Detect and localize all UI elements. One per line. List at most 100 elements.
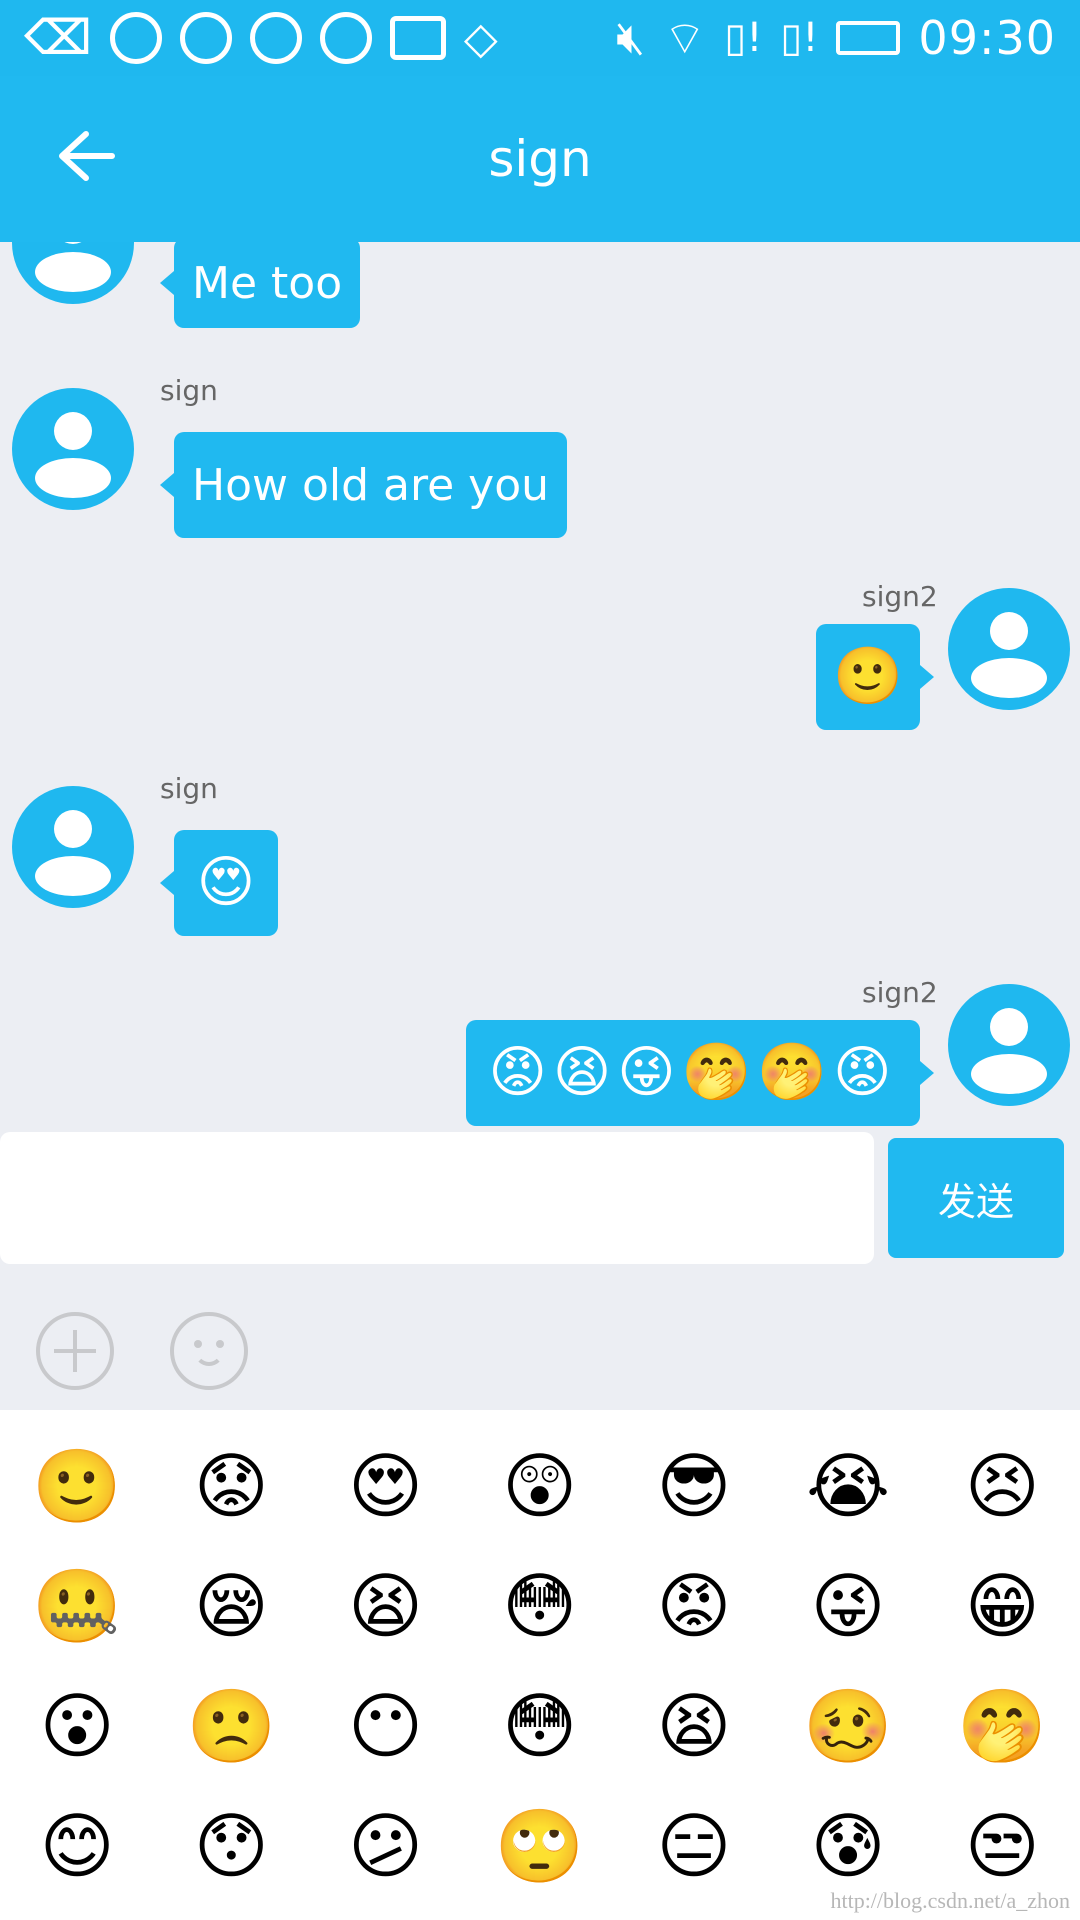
emoji: 🤭 [957,1684,1048,1768]
emoji-cell[interactable]: 😳 [463,1546,617,1666]
sim-icon: ▯! [724,15,763,61]
emoji-cell[interactable]: 🙁 [154,1666,308,1786]
send-button[interactable]: 发送 [888,1138,1064,1258]
notification-icon [179,12,232,64]
emoji-cell[interactable]: 😊 [0,1786,154,1906]
back-icon: ⌫ [24,10,92,66]
message-bubble[interactable]: Me too [159,242,361,328]
emoji-cell[interactable]: 😎 [617,1426,771,1546]
emoji-cell[interactable]: 😡 [617,1546,771,1666]
status-icons-left: ⌫ ◇ [24,10,498,66]
sender-name: sign [160,374,218,407]
emoji-cell[interactable]: 😕 [308,1786,462,1906]
sim-icon: ▯! [780,15,819,61]
emoji-cell[interactable]: 😍 [308,1426,462,1546]
emoji: 😣 [964,1444,1040,1528]
image-icon [389,16,446,60]
emoji-cell[interactable]: 🤐 [0,1546,154,1666]
tag-icon: ◇ [463,12,498,64]
battery-icon [836,21,901,55]
emoji: 😮 [39,1684,115,1768]
toolbar: sign [0,76,1080,242]
avatar[interactable] [948,984,1070,1106]
emoji: 😊 [39,1804,115,1888]
emoji-cell[interactable]: 😫 [308,1546,462,1666]
avatar[interactable] [12,388,134,510]
emoji-cell[interactable]: 🙄 [463,1786,617,1906]
emoji-cell[interactable]: 😪 [154,1546,308,1666]
notification-icon [109,12,162,64]
plus-circle-icon[interactable] [36,1312,114,1390]
emoji: 😡 [656,1564,732,1648]
status-icons-right: 🔇︎ ⌔ ▯! ▯! 09:30 [616,9,1056,67]
avatar[interactable] [12,786,134,908]
avatar[interactable] [948,588,1070,710]
emoji-cell[interactable]: 😶 [308,1666,462,1786]
emoji: 😜 [810,1564,886,1648]
status-bar: ⌫ ◇ 🔇︎ ⌔ ▯! ▯! 09:30 [0,0,1080,76]
emoji: 😲 [502,1444,578,1528]
emoji: 😟 [193,1444,269,1528]
emoji: 😍 [347,1444,423,1528]
notification-icon [319,12,372,64]
message-text: How old are you [192,459,550,511]
emoji: 🙁 [186,1684,277,1768]
clock: 09:30 [918,11,1056,65]
watermark: http://blog.csdn.net/a_zhon [830,1888,1070,1913]
emoji: 😫 [656,1684,732,1768]
emoji: 😕 [347,1804,423,1888]
emoji: 😳 [502,1684,578,1768]
notification-icon [249,12,302,64]
emoji-panel: 🙂 😟 😍 😲 😎 😭 😣 🤐 😪 😫 😳 😡 😜 😁 😮 🙁 😶 😳 😫 🥴 🤭 😊 😯 😕 🙄 😑 😰 😒 http://blog… [0,1410,1080,1920]
avatar[interactable] [12,242,134,304]
emoji-cell[interactable]: 😑 [617,1786,771,1906]
sender-name: sign [160,772,218,805]
emoji-cell[interactable]: 😲 [463,1426,617,1546]
message-input[interactable] [0,1132,874,1264]
emoji: 🥴 [803,1684,893,1768]
emoji-cell[interactable]: 😭 [771,1426,925,1546]
emoji: 😁 [964,1564,1040,1648]
message-bubble[interactable]: 😡😫😜🤭🤭😡 [466,1020,934,1126]
message-bubble[interactable]: How old are you [159,432,568,538]
emoji-cell[interactable]: 🤭 [925,1666,1079,1786]
message-bubble[interactable]: 😍 [160,830,278,936]
input-tools [0,1272,1080,1410]
emoji-cell[interactable]: 😯 [154,1786,308,1906]
emoji-cell[interactable]: 😳 [463,1666,617,1786]
input-row: 发送 [0,1132,1080,1272]
sender-name: sign2 [862,976,938,1009]
emoji: 😑 [656,1804,732,1888]
emoji-cell[interactable]: 🥴 [771,1666,925,1786]
page-title: sign [488,130,592,188]
chat-list[interactable]: Me too sign How old are you sign2 🙂 sign… [0,242,1080,1132]
send-label: 发送 [937,1179,1014,1224]
message-bubble[interactable]: 🙂 [816,624,934,730]
emoji-grid: 🙂 😟 😍 😲 😎 😭 😣 🤐 😪 😫 😳 😡 😜 😁 😮 🙁 😶 😳 😫 🥴 🤭 😊 😯 😕 🙄 😑 😰 😒 [0,1410,1080,1906]
emoji: 😯 [193,1804,269,1888]
emoji: 😶 [347,1684,423,1768]
emoji: 😍 [196,850,256,915]
smile-icon[interactable] [170,1312,248,1390]
emoji-cell[interactable]: 😣 [925,1426,1079,1546]
emoji: 🤐 [32,1564,122,1648]
emoji-cell[interactable]: 😮 [0,1666,154,1786]
message-text: Me too [192,257,343,309]
emoji-sequence: 😡😫😜🤭🤭😡 [488,1040,898,1105]
mute-icon: 🔇︎ [616,10,646,64]
emoji: 😫 [347,1564,423,1648]
sender-name: sign2 [862,580,938,613]
emoji-cell[interactable]: 😫 [617,1666,771,1786]
emoji-cell[interactable]: 😜 [771,1546,925,1666]
emoji: 🙂 [833,644,903,709]
emoji: 😒 [964,1804,1040,1888]
emoji-cell[interactable]: 😁 [925,1546,1079,1666]
emoji-cell[interactable]: 🙂 [0,1426,154,1546]
emoji-cell[interactable]: 😟 [154,1426,308,1546]
wifi-icon: ⌔ [663,11,707,65]
emoji: 🙂 [32,1444,122,1528]
emoji: 😳 [502,1564,578,1648]
emoji: 😰 [810,1804,886,1888]
emoji: 😪 [193,1564,269,1648]
emoji: 😭 [805,1444,891,1528]
